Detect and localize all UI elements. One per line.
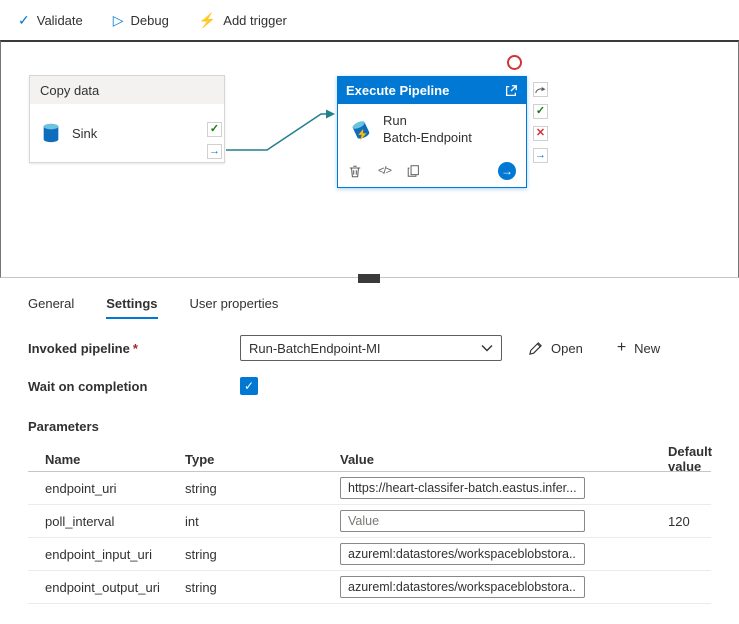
debug-play-icon: ▷ [113, 13, 124, 27]
activity-name-line2: Batch-Endpoint [383, 130, 472, 147]
invoked-pipeline-value: Run-BatchEndpoint-MI [249, 341, 381, 356]
execute-pipeline-title: Execute Pipeline [346, 83, 504, 98]
header-name: Name [28, 452, 185, 467]
tab-user-properties[interactable]: User properties [190, 296, 279, 319]
arrow-right-icon: → [501, 164, 513, 178]
tab-general[interactable]: General [28, 296, 74, 319]
param-name: poll_interval [28, 514, 185, 529]
skip-port[interactable] [533, 82, 548, 97]
header-value: Value [340, 452, 640, 467]
plus-icon: + [617, 340, 626, 356]
table-row: poll_interval int 120 [28, 505, 711, 538]
param-default: 120 [640, 514, 711, 529]
invoked-pipeline-label: Invoked pipeline* [28, 341, 240, 356]
wait-on-completion-checkbox[interactable]: ✓ [240, 377, 258, 395]
add-next-activity-button[interactable]: → [498, 162, 516, 180]
view-code-icon[interactable]: </> [378, 165, 391, 177]
debug-label: Debug [131, 13, 169, 28]
parameters-heading: Parameters [28, 419, 739, 434]
new-label: New [634, 341, 660, 356]
check-icon: ✓ [536, 106, 545, 117]
param-value-input[interactable] [340, 510, 585, 532]
run-pipeline-icon [348, 117, 374, 143]
table-row: endpoint_input_uri string [28, 538, 711, 571]
completion-port[interactable]: → [533, 148, 548, 163]
sink-database-icon [40, 122, 62, 144]
pipeline-toolbar: ✓ Validate ▷ Debug ⚡ Add trigger [0, 0, 739, 40]
validate-button[interactable]: ✓ Validate [18, 13, 83, 28]
check-icon: ✓ [210, 124, 219, 135]
pipeline-canvas[interactable]: Copy data Sink ✓ → Execute Pipeline [0, 40, 739, 278]
param-name: endpoint_input_uri [28, 547, 185, 562]
activity-config-panel: General Settings User properties Invoked… [0, 286, 739, 624]
pencil-icon [528, 341, 543, 356]
parameters-table-header: Name Type Value Default value [28, 444, 711, 472]
execute-pipeline-activity-node[interactable]: Execute Pipeline Run Batch-Endpoint [337, 76, 527, 188]
param-value-input[interactable] [340, 576, 585, 598]
required-marker: * [133, 341, 138, 356]
lightning-icon: ⚡ [199, 13, 216, 27]
sink-label: Sink [72, 126, 97, 141]
table-row: endpoint_output_uri string [28, 571, 711, 604]
activity-name-line1: Run [383, 113, 472, 130]
execute-pipeline-ports: ✓ ✕ → [533, 82, 548, 163]
param-name: endpoint_uri [28, 481, 185, 496]
arrow-right-icon: → [209, 146, 220, 157]
check-icon: ✓ [244, 379, 254, 393]
config-tabs: General Settings User properties [0, 286, 739, 319]
open-pipeline-icon[interactable] [504, 84, 518, 98]
chevron-down-icon [481, 344, 493, 352]
clone-activity-icon[interactable] [407, 164, 420, 178]
header-type: Type [185, 452, 340, 467]
new-pipeline-button[interactable]: + New [617, 340, 660, 356]
copy-output-port[interactable]: → [207, 144, 222, 159]
invoked-pipeline-dropdown[interactable]: Run-BatchEndpoint-MI [240, 335, 502, 361]
add-trigger-button[interactable]: ⚡ Add trigger [199, 13, 287, 28]
wait-on-completion-label: Wait on completion [28, 379, 240, 394]
curved-arrow-icon [535, 85, 547, 95]
arrow-right-icon: → [535, 150, 546, 161]
open-pipeline-button[interactable]: Open [528, 341, 583, 356]
copy-success-port[interactable]: ✓ [207, 122, 222, 137]
debug-button[interactable]: ▷ Debug [113, 13, 169, 28]
param-value-input[interactable] [340, 477, 585, 499]
validate-label: Validate [37, 13, 83, 28]
table-row: endpoint_uri string [28, 472, 711, 505]
success-port[interactable]: ✓ [533, 104, 548, 119]
failure-port[interactable]: ✕ [533, 126, 548, 141]
param-type: string [185, 580, 340, 595]
header-default: Default value [640, 444, 712, 474]
param-type: string [185, 547, 340, 562]
open-label: Open [551, 341, 583, 356]
add-trigger-label: Add trigger [223, 13, 287, 28]
copy-data-title: Copy data [30, 76, 224, 104]
param-type: string [185, 481, 340, 496]
param-value-input[interactable] [340, 543, 585, 565]
panel-resize-handle[interactable] [358, 274, 380, 283]
param-type: int [185, 514, 340, 529]
parameters-table: Name Type Value Default value endpoint_u… [28, 444, 711, 604]
breakpoint-circle-icon[interactable] [507, 55, 522, 70]
copy-data-activity-node[interactable]: Copy data Sink ✓ → [29, 75, 225, 163]
validate-check-icon: ✓ [18, 13, 30, 27]
param-name: endpoint_output_uri [28, 580, 185, 595]
delete-activity-icon[interactable] [348, 164, 362, 179]
cross-icon: ✕ [536, 128, 545, 139]
tab-settings[interactable]: Settings [106, 296, 157, 319]
